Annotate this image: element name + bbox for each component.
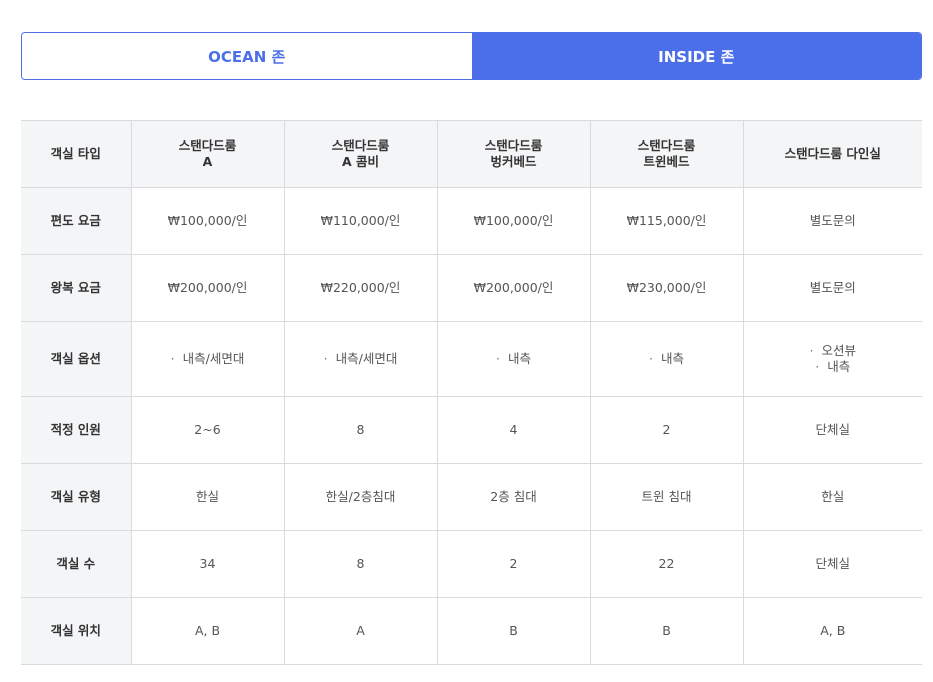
table-cell: 34 xyxy=(130,530,284,598)
table-row-room-location: 객실 위치 A, B A B B A, B xyxy=(21,597,922,665)
table-cell: 8 xyxy=(283,396,437,464)
row-header: 객실 수 xyxy=(21,530,131,598)
table-cell: ₩100,000/인 xyxy=(130,187,284,255)
table-row-capacity: 적정 인원 2~6 8 4 2 단체실 xyxy=(21,396,922,464)
room-info-table: 객실 타입 스탠다드룸 A 스탠다드룸 A 콤비 스탠다드룸 벙커베드 스탠다드… xyxy=(21,120,922,665)
column-header-line2: 벙커베드 xyxy=(490,154,537,169)
row-header: 왕복 요금 xyxy=(21,254,131,322)
column-header-line1: 스탠다드룸 다인실 xyxy=(784,146,881,161)
table-cell: 2층 침대 xyxy=(436,463,590,531)
column-header-line1: 스탠다드룸 xyxy=(637,138,696,153)
row-header: 객실 유형 xyxy=(21,463,131,531)
table-cell: 내측/세면대 xyxy=(283,321,437,397)
table-row-roundtrip-fare: 왕복 요금 ₩200,000/인 ₩220,000/인 ₩200,000/인 ₩… xyxy=(21,254,922,322)
table-cell: 내측 xyxy=(436,321,590,397)
table-cell: 트윈 침대 xyxy=(589,463,743,531)
option-item: 내측 xyxy=(591,351,743,367)
tab-inside-zone[interactable]: INSIDE 존 xyxy=(471,33,921,79)
column-header-line1: 스탠다드룸 xyxy=(484,138,543,153)
table-cell: 단체실 xyxy=(742,530,922,598)
table-cell: ₩200,000/인 xyxy=(436,254,590,322)
option-item: 내측 xyxy=(744,359,923,375)
table-cell: 2 xyxy=(589,396,743,464)
row-header: 편도 요금 xyxy=(21,187,131,255)
zone-tabs: OCEAN 존 INSIDE 존 xyxy=(21,32,922,80)
column-header-line1: 스탠다드룸 xyxy=(178,138,237,153)
table-row-room-type: 객실 유형 한실 한실/2층침대 2층 침대 트윈 침대 한실 xyxy=(21,463,922,531)
table-cell: 내측 xyxy=(589,321,743,397)
column-header-line1: 스탠다드룸 xyxy=(331,138,390,153)
option-item: 내측 xyxy=(438,351,590,367)
table-row-room-count: 객실 수 34 8 2 22 단체실 xyxy=(21,530,922,598)
table-cell: ₩100,000/인 xyxy=(436,187,590,255)
column-header-standard-twinbed: 스탠다드룸 트윈베드 xyxy=(589,120,743,188)
room-type-header: 객실 타입 xyxy=(21,120,131,188)
column-header-standard-a-combi: 스탠다드룸 A 콤비 xyxy=(283,120,437,188)
table-cell: 2 xyxy=(436,530,590,598)
table-cell: 한실 xyxy=(130,463,284,531)
table-cell: ₩230,000/인 xyxy=(589,254,743,322)
table-cell: B xyxy=(589,597,743,665)
option-item: 내측/세면대 xyxy=(132,351,284,367)
table-cell: 별도문의 xyxy=(742,254,922,322)
table-cell: A, B xyxy=(130,597,284,665)
column-header-standard-bunkbed: 스탠다드룸 벙커베드 xyxy=(436,120,590,188)
table-cell: 한실/2층침대 xyxy=(283,463,437,531)
row-header: 적정 인원 xyxy=(21,396,131,464)
table-cell: 8 xyxy=(283,530,437,598)
table-cell: 22 xyxy=(589,530,743,598)
table-header-row: 객실 타입 스탠다드룸 A 스탠다드룸 A 콤비 스탠다드룸 벙커베드 스탠다드… xyxy=(21,120,922,188)
column-header-line2: A 콤비 xyxy=(341,154,380,169)
column-header-standard-dormitory: 스탠다드룸 다인실 xyxy=(742,120,922,188)
table-row-oneway-fare: 편도 요금 ₩100,000/인 ₩110,000/인 ₩100,000/인 ₩… xyxy=(21,187,922,255)
table-cell: A xyxy=(283,597,437,665)
row-header: 객실 옵션 xyxy=(21,321,131,397)
table-cell: ₩220,000/인 xyxy=(283,254,437,322)
table-cell: A, B xyxy=(742,597,922,665)
table-cell: ₩110,000/인 xyxy=(283,187,437,255)
column-header-standard-a: 스탠다드룸 A xyxy=(130,120,284,188)
column-header-line2: A xyxy=(202,154,213,169)
tab-ocean-zone[interactable]: OCEAN 존 xyxy=(22,33,472,79)
column-header-line2: 트윈베드 xyxy=(643,154,690,169)
table-cell: 내측/세면대 xyxy=(130,321,284,397)
row-header: 객실 위치 xyxy=(21,597,131,665)
table-cell: ₩115,000/인 xyxy=(589,187,743,255)
table-cell: ₩200,000/인 xyxy=(130,254,284,322)
table-cell: 4 xyxy=(436,396,590,464)
table-cell: 단체실 xyxy=(742,396,922,464)
table-cell: 한실 xyxy=(742,463,922,531)
table-cell: B xyxy=(436,597,590,665)
table-cell: 오션뷰 내측 xyxy=(742,321,923,397)
table-cell: 별도문의 xyxy=(742,187,922,255)
option-item: 내측/세면대 xyxy=(285,351,437,367)
option-item: 오션뷰 xyxy=(744,343,923,359)
table-row-room-options: 객실 옵션 내측/세면대 내측/세면대 내측 내측 오션뷰 내측 xyxy=(21,321,923,397)
table-cell: 2~6 xyxy=(130,396,284,464)
